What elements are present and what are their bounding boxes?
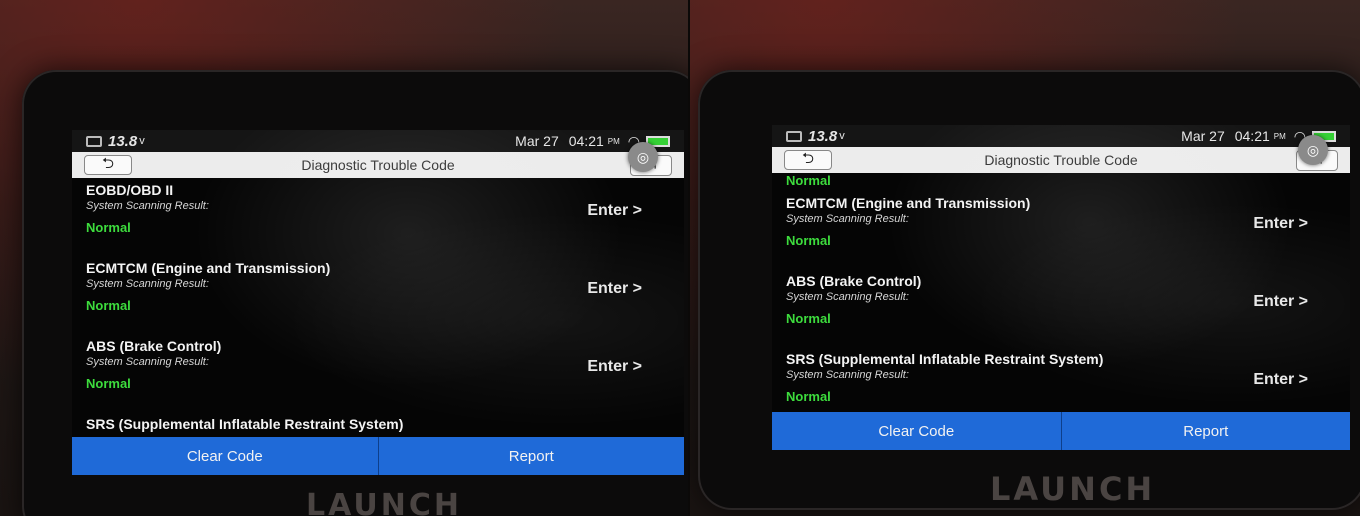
voltage-unit: v	[139, 135, 145, 147]
brand-logo: LAUNCH	[306, 488, 463, 516]
list-item: SRS (Supplemental Inflatable Restraint S…	[72, 412, 684, 434]
car-battery-icon	[86, 135, 102, 147]
list-item: EOBD/OBD II System Scanning Result: Norm…	[72, 178, 684, 256]
scan-status: Normal	[786, 233, 831, 248]
enter-button[interactable]: Enter >	[1253, 215, 1308, 233]
status-bar: 13.8 v Mar 27 04:21 PM ◠	[772, 125, 1350, 147]
list-item: ABS (Brake Control) System Scanning Resu…	[772, 269, 1350, 347]
scan-result-label: System Scanning Result:	[86, 356, 209, 368]
scan-status: Normal	[786, 389, 831, 404]
report-button[interactable]: Report	[1060, 412, 1350, 450]
voltage-unit: v	[839, 130, 845, 142]
screenshot-camera-button[interactable]: ◎	[1298, 135, 1328, 165]
status-date: Mar 27	[515, 133, 559, 149]
system-list: EOBD/OBD II System Scanning Result: Norm…	[72, 178, 684, 435]
status-date: Mar 27	[1181, 128, 1225, 144]
scan-status: Normal	[786, 311, 831, 326]
car-battery-icon	[786, 130, 802, 142]
action-bar: Clear Code Report	[72, 437, 684, 475]
system-name: ABS (Brake Control)	[786, 273, 922, 289]
voltage-readout: 13.8	[108, 132, 138, 150]
title-bar: ⮌ Diagnostic Trouble Code ⇥	[72, 152, 684, 178]
left-photo: 13.8 v Mar 27 04:21 PM ◠ ⮌ Diagnostic Tr…	[0, 0, 688, 516]
list-item: ECMTCM (Engine and Transmission) System …	[772, 191, 1350, 269]
action-bar: Clear Code Report	[772, 412, 1350, 450]
scan-status: Normal	[86, 376, 131, 391]
status-time: 04:21	[568, 133, 604, 149]
back-arrow-icon: ⮌	[801, 149, 814, 167]
list-item: ABS (Brake Control) System Scanning Resu…	[72, 334, 684, 412]
right-photo: 13.8 v Mar 27 04:21 PM ◠ ⮌ Diagnostic Tr…	[690, 0, 1360, 516]
report-button[interactable]: Report	[377, 437, 684, 475]
system-name: ECMTCM (Engine and Transmission)	[786, 195, 1031, 211]
system-name: ECMTCM (Engine and Transmission)	[86, 260, 331, 276]
scan-result-label: System Scanning Result:	[86, 200, 209, 212]
page-title: Diagnostic Trouble Code	[301, 157, 455, 173]
title-bar: ⮌ Diagnostic Trouble Code ⇥	[772, 147, 1350, 173]
system-name: SRS (Supplemental Inflatable Restraint S…	[786, 351, 1104, 367]
enter-button[interactable]: Enter >	[587, 280, 642, 298]
scan-status: Normal	[86, 298, 131, 313]
status-ampm: PM	[607, 136, 620, 146]
camera-icon: ◎	[636, 148, 650, 165]
status-bar: 13.8 v Mar 27 04:21 PM ◠	[72, 130, 684, 152]
enter-button[interactable]: Enter >	[1253, 293, 1308, 311]
clear-code-button[interactable]: Clear Code	[772, 412, 1061, 450]
voltage-readout: 13.8	[808, 127, 838, 145]
list-item: SRS (Supplemental Inflatable Restraint S…	[772, 347, 1350, 412]
status-ampm: PM	[1273, 131, 1286, 141]
system-name: ABS (Brake Control)	[86, 338, 222, 354]
system-name: EOBD/OBD II	[86, 182, 174, 198]
scan-status: Normal	[86, 220, 131, 235]
screenshot-camera-button[interactable]: ◎	[628, 142, 658, 172]
enter-button[interactable]: Enter >	[587, 358, 642, 376]
page-title: Diagnostic Trouble Code	[984, 152, 1138, 168]
enter-button[interactable]: Enter >	[587, 202, 642, 220]
scan-result-label: System Scanning Result:	[86, 278, 209, 290]
system-name: SRS (Supplemental Inflatable Restraint S…	[86, 416, 404, 432]
brand-logo: LAUNCH	[990, 470, 1156, 508]
clear-code-button[interactable]: Clear Code	[72, 437, 378, 475]
device-screen: 13.8 v Mar 27 04:21 PM ◠ ⮌ Diagnostic Tr…	[772, 125, 1350, 450]
scan-status: Normal	[786, 173, 831, 188]
status-time: 04:21	[1234, 128, 1270, 144]
back-button[interactable]: ⮌	[84, 155, 132, 175]
back-button[interactable]: ⮌	[784, 150, 832, 170]
list-item: ECMTCM (Engine and Transmission) System …	[72, 256, 684, 334]
device-screen: 13.8 v Mar 27 04:21 PM ◠ ⮌ Diagnostic Tr…	[72, 130, 684, 475]
camera-icon: ◎	[1306, 141, 1320, 158]
system-list: Normal ECMTCM (Engine and Transmission) …	[772, 173, 1350, 412]
enter-button[interactable]: Enter >	[1253, 371, 1308, 389]
back-arrow-icon: ⮌	[101, 154, 114, 172]
